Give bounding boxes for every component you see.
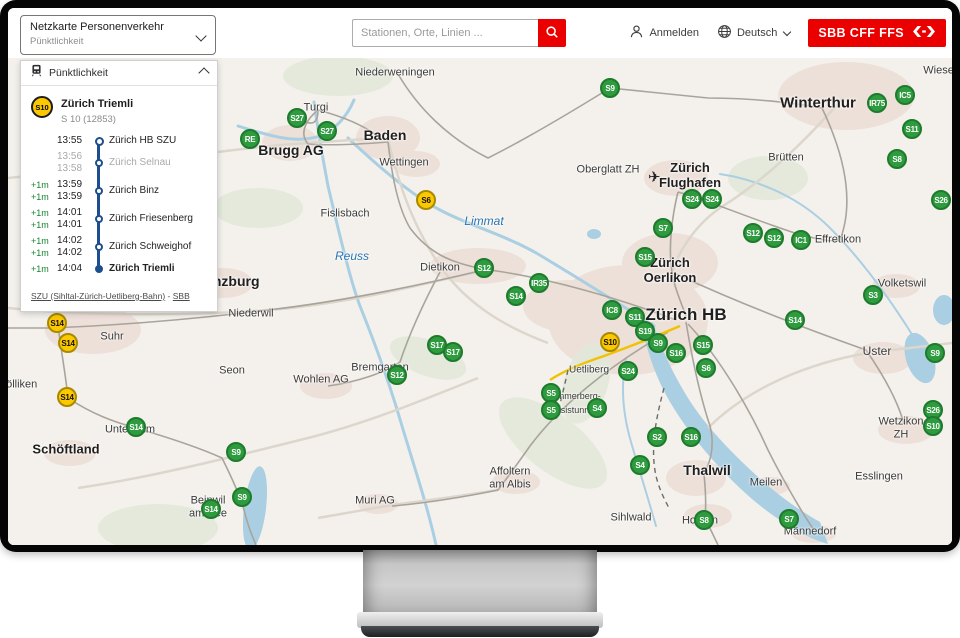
line-badge-s14[interactable]: S14 (506, 286, 526, 306)
sbb-double-arrow-icon (912, 26, 936, 40)
line-badge-s11[interactable]: S11 (902, 119, 922, 139)
line-badge-s14[interactable]: S14 (201, 499, 221, 519)
line-badge-s12[interactable]: S12 (387, 365, 407, 385)
stop-dot (95, 137, 104, 146)
stop-dot (95, 159, 103, 167)
globe-icon (717, 24, 732, 42)
line-badge-s14[interactable]: S14 (47, 313, 67, 333)
sbb-logo-text: SBB CFF FFS (818, 26, 904, 40)
sbb-logo[interactable]: SBB CFF FFS (808, 19, 946, 47)
line-badge-s16[interactable]: S16 (666, 343, 686, 363)
line-badge-ic1[interactable]: IC1 (791, 230, 811, 250)
sbb-link[interactable]: SBB (173, 291, 190, 301)
train-line-badge: S10 (31, 96, 53, 118)
login-label: Anmelden (649, 27, 699, 39)
search-button[interactable] (538, 19, 566, 47)
train-summary: S10 Zürich Triemli S 10 (12853) (21, 86, 217, 127)
line-badge-s5[interactable]: S5 (541, 400, 561, 420)
train-line-info: S 10 (12853) (61, 114, 133, 125)
layer-dropdown[interactable]: Netzkarte Personenverkehr Pünktlichkeit (20, 15, 216, 55)
line-badge-s14[interactable]: S14 (57, 387, 77, 407)
stop-dot (95, 187, 103, 195)
line-badge-s4[interactable]: S4 (587, 398, 607, 418)
line-badge-s15[interactable]: S15 (693, 335, 713, 355)
stop-row[interactable]: 13:55Zürich HB SZU (31, 135, 209, 147)
stop-row[interactable]: +1m14:04Zürich Triemli (31, 263, 209, 275)
stop-row[interactable]: +1m+1m14:0214:02Zürich Schweighof (31, 235, 209, 259)
line-badge-s2[interactable]: S2 (647, 427, 667, 447)
stop-dot (95, 215, 103, 223)
line-badge-s6[interactable]: S6 (416, 190, 436, 210)
line-badge-s14[interactable]: S14 (126, 417, 146, 437)
line-badge-s9[interactable]: S9 (232, 487, 252, 507)
search-bar (352, 19, 566, 47)
line-badge-s10[interactable]: S10 (600, 332, 620, 352)
line-badge-s27[interactable]: S27 (317, 121, 337, 141)
login-button[interactable]: Anmelden (629, 24, 699, 42)
footer-separator: - (168, 291, 171, 301)
line-badge-ic5[interactable]: IC5 (895, 85, 915, 105)
line-badge-s14[interactable]: S14 (785, 310, 805, 330)
stop-list: 13:55Zürich HB SZU 13:5613:58Zürich Selna… (21, 127, 217, 281)
line-badge-s24[interactable]: S24 (702, 189, 722, 209)
train-icon (30, 64, 43, 82)
line-badge-s7[interactable]: S7 (653, 218, 673, 238)
line-badge-s7[interactable]: S7 (779, 509, 799, 529)
operator-link[interactable]: SZU (Sihltal-Zürich-Uetliberg-Bahn) (31, 291, 165, 301)
panel-footer: SZU (Sihltal-Zürich-Uetliberg-Bahn) - SB… (21, 281, 217, 311)
panel-title: Pünktlichkeit (49, 67, 194, 79)
line-badge-s14[interactable]: S14 (58, 333, 78, 353)
train-name: Zürich Triemli (61, 96, 133, 110)
stop-row[interactable]: +1m+1m13:5913:59Zürich Binz (31, 179, 209, 203)
stop-row[interactable]: 13:5613:58Zürich Selnau (31, 151, 209, 175)
stop-dot (95, 243, 103, 251)
line-badge-s15[interactable]: S15 (635, 247, 655, 267)
line-badge-s12[interactable]: S12 (474, 258, 494, 278)
line-badge-ic8[interactable]: IC8 (602, 300, 622, 320)
punctuality-panel: Pünktlichkeit S10 Zürich Triemli S 10 (1… (20, 60, 218, 312)
line-badge-s17[interactable]: S17 (443, 342, 463, 362)
stop-dot (95, 265, 103, 273)
line-badge-s16[interactable]: S16 (681, 427, 701, 447)
language-label: Deutsch (737, 27, 777, 39)
chevron-down-icon (783, 28, 791, 36)
line-badge-s24[interactable]: S24 (618, 361, 638, 381)
line-badge-s12[interactable]: S12 (743, 223, 763, 243)
line-badge-s3[interactable]: S3 (863, 285, 883, 305)
line-badge-s24[interactable]: S24 (682, 189, 702, 209)
app-header: Netzkarte Personenverkehr Pünktlichkeit (8, 8, 952, 58)
user-icon (629, 24, 644, 42)
line-badge-s27[interactable]: S27 (287, 108, 307, 128)
line-badge-s9[interactable]: S9 (648, 333, 668, 353)
panel-header[interactable]: Pünktlichkeit (21, 61, 217, 86)
line-badge-s9[interactable]: S9 (600, 78, 620, 98)
layer-dropdown-title: Netzkarte Personenverkehr (30, 21, 191, 33)
line-badge-s4[interactable]: S4 (630, 455, 650, 475)
screen-content: ✈ NiederweningenTurgiBadenBrugg AGWettin… (8, 8, 952, 545)
monitor-stand-neck (363, 550, 597, 614)
line-badge-ir35[interactable]: IR35 (529, 273, 549, 293)
line-badge-ir75[interactable]: IR75 (867, 93, 887, 113)
search-icon (545, 25, 559, 42)
line-badge-re[interactable]: RE (240, 129, 260, 149)
line-badge-s8[interactable]: S8 (887, 149, 907, 169)
line-badge-s26[interactable]: S26 (931, 190, 951, 210)
search-input[interactable] (352, 19, 538, 47)
line-badge-s8[interactable]: S8 (694, 510, 714, 530)
chevron-down-icon (195, 30, 206, 41)
line-badge-s9[interactable]: S9 (925, 343, 945, 363)
line-badge-s10[interactable]: S10 (923, 416, 943, 436)
monitor-stand-front (361, 626, 599, 637)
line-badge-s6[interactable]: S6 (696, 358, 716, 378)
page: ✈ NiederweningenTurgiBadenBrugg AGWettin… (0, 0, 960, 638)
language-button[interactable]: Deutsch (717, 24, 790, 42)
line-badge-s12[interactable]: S12 (764, 228, 784, 248)
chevron-up-icon (198, 67, 209, 78)
layer-dropdown-subtitle: Pünktlichkeit (30, 36, 191, 47)
stop-row[interactable]: +1m+1m14:0114:01Zürich Friesenberg (31, 207, 209, 231)
line-badge-s9[interactable]: S9 (226, 442, 246, 462)
